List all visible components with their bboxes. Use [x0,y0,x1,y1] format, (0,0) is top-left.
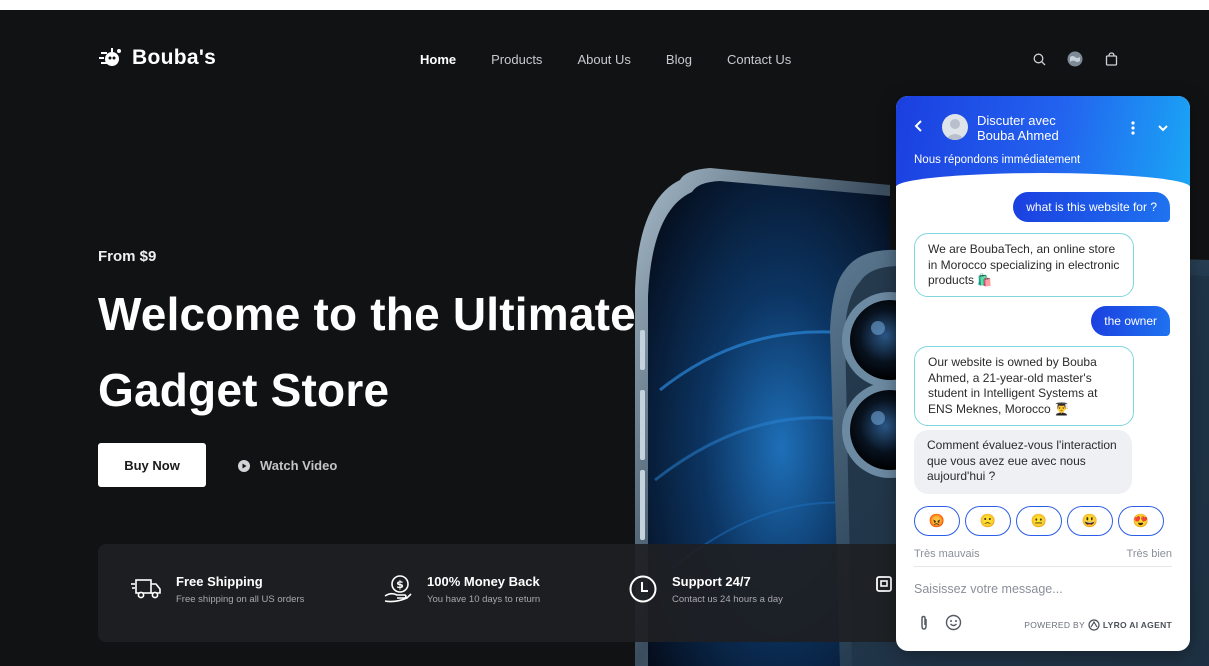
hero-eyebrow: From $9 [98,248,157,265]
nav-blog[interactable]: Blog [666,52,692,67]
chat-header: Discuter avec Bouba Ahmed Nous répondons… [896,96,1190,187]
robot-bee-logo-icon [99,48,121,66]
feature-title: Support 24/7 [672,574,751,589]
rating-options: 😡 🙁 😐 😃 😍 [914,506,1164,536]
feature-subtitle: Free shipping on all US orders [176,594,305,605]
powered-by[interactable]: POWERED BY LYRO AI AGENT [1024,619,1172,631]
brand-logo[interactable]: Bouba's [98,46,216,70]
smiling-face-icon: 😃 [1081,513,1099,528]
more-options-icon[interactable] [1128,120,1138,136]
play-circle-icon [238,459,250,472]
chat-widget: Discuter avec Bouba Ahmed Nous répondons… [896,96,1190,651]
heart-eyes-face-icon: 😍 [1132,513,1150,528]
emoji-picker-icon[interactable] [945,614,962,631]
user-message: the owner [1091,306,1170,336]
rating-good-button[interactable]: 😃 [1067,506,1113,536]
lyro-logo-icon [1088,619,1100,631]
rating-low-label: Très mauvais [914,548,980,560]
globe-icon[interactable] [1066,50,1084,68]
feature-title: 100% Money Back [427,574,540,589]
chat-divider [914,566,1172,567]
site-header: Bouba's Home Products About Us Blog Cont… [0,10,1209,100]
features-bar: Free Shipping Free shipping on all US or… [98,544,998,642]
nav-home[interactable]: Home [420,52,456,67]
rating-very-good-button[interactable]: 😍 [1118,506,1164,536]
rating-very-bad-button[interactable]: 😡 [914,506,960,536]
rating-high-label: Très bien [1126,548,1172,560]
chat-status: Nous répondons immédiatement [914,154,1081,166]
brand-name: Bouba's [132,46,217,69]
nav-products[interactable]: Products [491,52,542,67]
watch-video-button[interactable]: Watch Video [238,458,337,473]
main-nav: Home Products About Us Blog Contact Us [420,52,826,67]
truck-icon [131,579,161,599]
header-icons [1030,50,1120,68]
rating-neutral-button[interactable]: 😐 [1016,506,1062,536]
money-hand-icon: $ [384,575,412,603]
bot-message: We are BoubaTech, an online store in Mor… [914,233,1134,297]
back-chevron-icon[interactable] [912,118,926,134]
buy-now-button[interactable]: Buy Now [98,443,206,487]
hero-title-line-1: Welcome to the Ultimate [98,288,636,340]
bot-message: Our website is owned by Bouba Ahmed, a 2… [914,346,1134,426]
hero-title-line-2: Gadget Store [98,364,390,416]
feature-money-back: $ 100% Money Back You have 10 days to re… [383,574,540,605]
hero-title: Welcome to the Ultimate Gadget Store [98,276,738,428]
feature-free-shipping: Free Shipping Free shipping on all US or… [130,574,304,605]
agent-avatar [942,114,968,140]
paperclip-icon[interactable] [918,615,930,631]
neutral-face-icon: 😐 [1030,513,1048,528]
survey-message: Comment évaluez-vous l'interaction que v… [914,430,1132,494]
watch-video-label: Watch Video [260,458,338,473]
clock-icon [629,575,657,603]
angry-face-icon: 😡 [928,513,946,528]
nav-contact-us[interactable]: Contact Us [727,52,791,67]
search-icon[interactable] [1030,50,1048,68]
feature-support: Support 24/7 Contact us 24 hours a day [628,574,783,605]
shopping-bag-icon[interactable] [1102,50,1120,68]
agent-name: Discuter avec Bouba Ahmed [977,113,1059,143]
frowning-face-icon: 🙁 [979,513,997,528]
feature-subtitle: Contact us 24 hours a day [672,594,783,605]
chevron-down-icon[interactable] [1156,120,1170,136]
feature-title: Free Shipping [176,574,263,589]
nav-about-us[interactable]: About Us [577,52,630,67]
svg-text:$: $ [396,578,404,591]
payment-icon [876,576,892,592]
rating-bad-button[interactable]: 🙁 [965,506,1011,536]
feature-subtitle: You have 10 days to return [427,594,541,605]
user-message: what is this website for ? [1013,192,1170,222]
chat-message-input[interactable] [914,578,1172,600]
